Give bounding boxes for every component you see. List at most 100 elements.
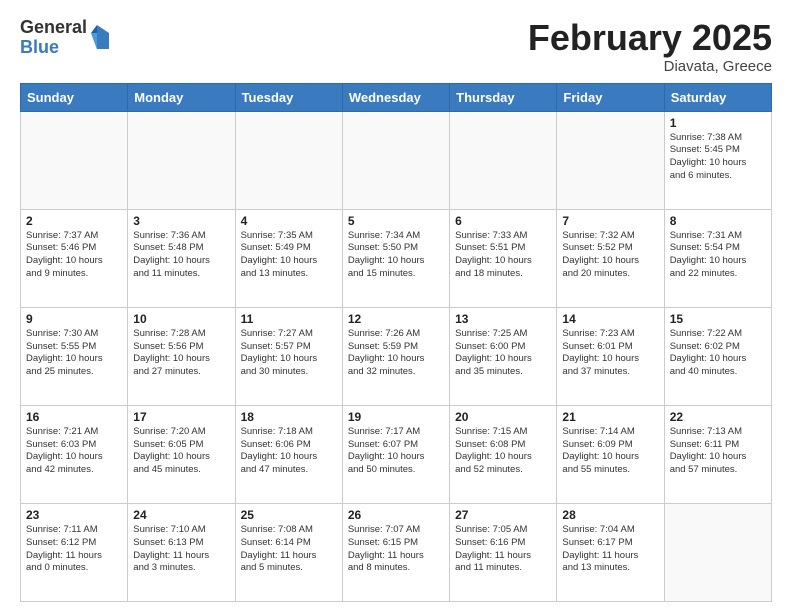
table-row: 9 Sunrise: 7:30 AM Sunset: 5:55 PM Daylig…	[21, 307, 128, 405]
day-number: 21	[562, 410, 658, 424]
day-info: Sunrise: 7:10 AM Sunset: 6:13 PM Dayligh…	[133, 524, 229, 575]
day-number: 1	[670, 116, 766, 130]
table-row: 19 Sunrise: 7:17 AM Sunset: 6:07 PM Dayli…	[342, 405, 449, 503]
day-number: 26	[348, 508, 444, 522]
page: General Blue February 2025 Diavata, Gree…	[0, 0, 792, 612]
day-number: 24	[133, 508, 229, 522]
table-row: 8 Sunrise: 7:31 AM Sunset: 5:54 PM Daylig…	[664, 209, 771, 307]
day-number: 27	[455, 508, 551, 522]
day-info: Sunrise: 7:21 AM Sunset: 6:03 PM Dayligh…	[26, 426, 122, 477]
day-number: 3	[133, 214, 229, 228]
calendar-week-1: 2 Sunrise: 7:37 AM Sunset: 5:46 PM Daylig…	[21, 209, 772, 307]
table-row: 13 Sunrise: 7:25 AM Sunset: 6:00 PM Dayli…	[450, 307, 557, 405]
table-row: 3 Sunrise: 7:36 AM Sunset: 5:48 PM Daylig…	[128, 209, 235, 307]
table-row: 22 Sunrise: 7:13 AM Sunset: 6:11 PM Dayli…	[664, 405, 771, 503]
table-row: 2 Sunrise: 7:37 AM Sunset: 5:46 PM Daylig…	[21, 209, 128, 307]
day-info: Sunrise: 7:25 AM Sunset: 6:00 PM Dayligh…	[455, 328, 551, 379]
col-sunday: Sunday	[21, 83, 128, 111]
table-row	[557, 111, 664, 209]
day-info: Sunrise: 7:26 AM Sunset: 5:59 PM Dayligh…	[348, 328, 444, 379]
day-info: Sunrise: 7:17 AM Sunset: 6:07 PM Dayligh…	[348, 426, 444, 477]
table-row	[128, 111, 235, 209]
day-number: 22	[670, 410, 766, 424]
day-info: Sunrise: 7:33 AM Sunset: 5:51 PM Dayligh…	[455, 230, 551, 281]
day-number: 23	[26, 508, 122, 522]
day-info: Sunrise: 7:18 AM Sunset: 6:06 PM Dayligh…	[241, 426, 337, 477]
day-info: Sunrise: 7:20 AM Sunset: 6:05 PM Dayligh…	[133, 426, 229, 477]
logo-blue: Blue	[20, 37, 59, 57]
logo-text: General Blue	[20, 18, 87, 58]
table-row: 6Sunrise: 7:33 AM Sunset: 5:51 PM Daylig…	[450, 209, 557, 307]
logo: General Blue	[20, 18, 113, 58]
day-info: Sunrise: 7:04 AM Sunset: 6:17 PM Dayligh…	[562, 524, 658, 575]
col-saturday: Saturday	[664, 83, 771, 111]
day-number: 8	[670, 214, 766, 228]
day-info: Sunrise: 7:38 AM Sunset: 5:45 PM Dayligh…	[670, 132, 766, 183]
table-row	[664, 503, 771, 601]
calendar-week-2: 9 Sunrise: 7:30 AM Sunset: 5:55 PM Daylig…	[21, 307, 772, 405]
day-number: 16	[26, 410, 122, 424]
day-info: Sunrise: 7:13 AM Sunset: 6:11 PM Dayligh…	[670, 426, 766, 477]
table-row: 24 Sunrise: 7:10 AM Sunset: 6:13 PM Dayli…	[128, 503, 235, 601]
col-monday: Monday	[128, 83, 235, 111]
day-info: Sunrise: 7:27 AM Sunset: 5:57 PM Dayligh…	[241, 328, 337, 379]
day-info: Sunrise: 7:22 AM Sunset: 6:02 PM Dayligh…	[670, 328, 766, 379]
day-info: Sunrise: 7:30 AM Sunset: 5:55 PM Dayligh…	[26, 328, 122, 379]
day-number: 10	[133, 312, 229, 326]
table-row: 28 Sunrise: 7:04 AM Sunset: 6:17 PM Dayli…	[557, 503, 664, 601]
calendar-header-row: Sunday Monday Tuesday Wednesday Thursday…	[21, 83, 772, 111]
table-row: 11 Sunrise: 7:27 AM Sunset: 5:57 PM Dayli…	[235, 307, 342, 405]
table-row: 16 Sunrise: 7:21 AM Sunset: 6:03 PM Dayli…	[21, 405, 128, 503]
table-row: 21 Sunrise: 7:14 AM Sunset: 6:09 PM Dayli…	[557, 405, 664, 503]
header: General Blue February 2025 Diavata, Gree…	[20, 18, 772, 75]
table-row	[21, 111, 128, 209]
day-number: 20	[455, 410, 551, 424]
day-info: Sunrise: 7:07 AM Sunset: 6:15 PM Dayligh…	[348, 524, 444, 575]
day-number: 11	[241, 312, 337, 326]
table-row	[450, 111, 557, 209]
day-number: 7	[562, 214, 658, 228]
day-info: Sunrise: 7:37 AM Sunset: 5:46 PM Dayligh…	[26, 230, 122, 281]
day-number: 9	[26, 312, 122, 326]
table-row: 12Sunrise: 7:26 AM Sunset: 5:59 PM Dayli…	[342, 307, 449, 405]
day-info: Sunrise: 7:32 AM Sunset: 5:52 PM Dayligh…	[562, 230, 658, 281]
calendar: Sunday Monday Tuesday Wednesday Thursday…	[20, 83, 772, 602]
table-row: 5Sunrise: 7:34 AM Sunset: 5:50 PM Daylig…	[342, 209, 449, 307]
day-info: Sunrise: 7:31 AM Sunset: 5:54 PM Dayligh…	[670, 230, 766, 281]
day-info: Sunrise: 7:35 AM Sunset: 5:49 PM Dayligh…	[241, 230, 337, 281]
table-row	[235, 111, 342, 209]
table-row: 17 Sunrise: 7:20 AM Sunset: 6:05 PM Dayli…	[128, 405, 235, 503]
day-info: Sunrise: 7:36 AM Sunset: 5:48 PM Dayligh…	[133, 230, 229, 281]
location: Diavata, Greece	[528, 58, 772, 75]
table-row: 25Sunrise: 7:08 AM Sunset: 6:14 PM Dayli…	[235, 503, 342, 601]
table-row: 7 Sunrise: 7:32 AM Sunset: 5:52 PM Daylig…	[557, 209, 664, 307]
day-number: 5	[348, 214, 444, 228]
col-wednesday: Wednesday	[342, 83, 449, 111]
day-info: Sunrise: 7:05 AM Sunset: 6:16 PM Dayligh…	[455, 524, 551, 575]
logo-general: General	[20, 17, 87, 37]
logo-icon	[89, 23, 113, 51]
day-number: 19	[348, 410, 444, 424]
table-row: 1 Sunrise: 7:38 AM Sunset: 5:45 PM Daylig…	[664, 111, 771, 209]
col-thursday: Thursday	[450, 83, 557, 111]
col-tuesday: Tuesday	[235, 83, 342, 111]
table-row: 26 Sunrise: 7:07 AM Sunset: 6:15 PM Dayli…	[342, 503, 449, 601]
day-info: Sunrise: 7:28 AM Sunset: 5:56 PM Dayligh…	[133, 328, 229, 379]
col-friday: Friday	[557, 83, 664, 111]
day-info: Sunrise: 7:14 AM Sunset: 6:09 PM Dayligh…	[562, 426, 658, 477]
calendar-week-0: 1 Sunrise: 7:38 AM Sunset: 5:45 PM Daylig…	[21, 111, 772, 209]
calendar-week-3: 16 Sunrise: 7:21 AM Sunset: 6:03 PM Dayli…	[21, 405, 772, 503]
table-row: 20 Sunrise: 7:15 AM Sunset: 6:08 PM Dayli…	[450, 405, 557, 503]
day-number: 2	[26, 214, 122, 228]
table-row	[342, 111, 449, 209]
day-number: 18	[241, 410, 337, 424]
table-row: 10 Sunrise: 7:28 AM Sunset: 5:56 PM Dayli…	[128, 307, 235, 405]
calendar-week-4: 23Sunrise: 7:11 AM Sunset: 6:12 PM Dayli…	[21, 503, 772, 601]
table-row: 15Sunrise: 7:22 AM Sunset: 6:02 PM Dayli…	[664, 307, 771, 405]
day-info: Sunrise: 7:15 AM Sunset: 6:08 PM Dayligh…	[455, 426, 551, 477]
month-year: February 2025	[528, 18, 772, 58]
day-number: 28	[562, 508, 658, 522]
day-number: 13	[455, 312, 551, 326]
day-number: 17	[133, 410, 229, 424]
table-row: 23Sunrise: 7:11 AM Sunset: 6:12 PM Dayli…	[21, 503, 128, 601]
